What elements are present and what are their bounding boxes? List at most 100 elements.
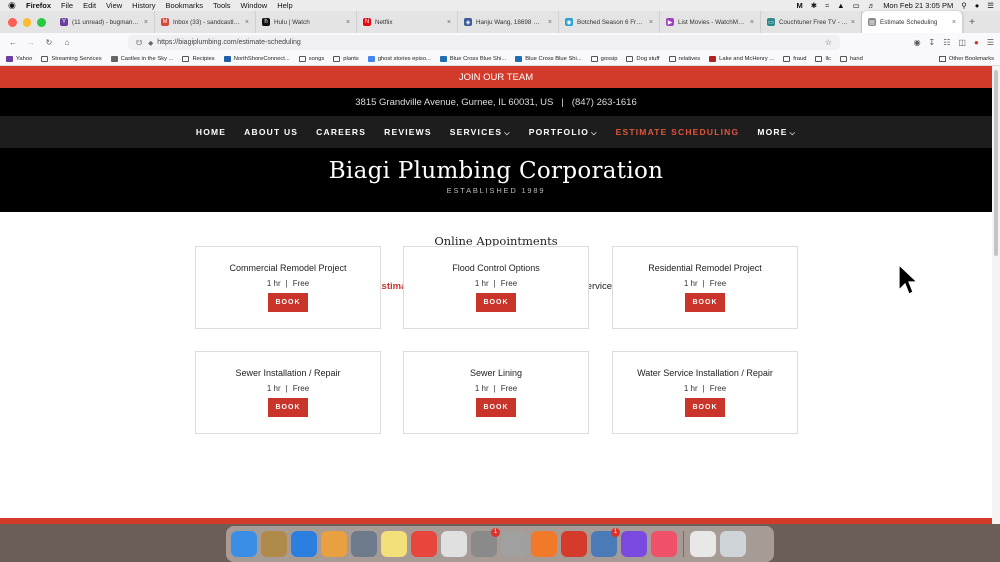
- notes-folder-icon[interactable]: [261, 531, 287, 557]
- menu-history[interactable]: History: [132, 1, 155, 10]
- new-tab-button[interactable]: +: [963, 17, 981, 28]
- bookmark-item[interactable]: Recipies: [182, 55, 215, 62]
- book-button[interactable]: BOOK: [268, 293, 308, 312]
- nav-item-portfolio[interactable]: PORTFOLIO ⌵: [529, 127, 598, 138]
- lock-icon[interactable]: ◆: [148, 39, 153, 47]
- nav-item-estimate-scheduling[interactable]: ESTIMATE SCHEDULING: [616, 127, 740, 137]
- page-scrollbar[interactable]: [992, 66, 1000, 524]
- menu-edit[interactable]: Edit: [83, 1, 96, 10]
- volume-icon[interactable]: ♬: [868, 1, 876, 10]
- address-bar[interactable]: ☋ ◆ https://biagiplumbing.com/estimate-s…: [128, 35, 840, 50]
- bookmark-item[interactable]: Castles in the Sky ...: [110, 55, 173, 62]
- other-bookmarks-folder[interactable]: Other Bookmarks: [938, 55, 994, 62]
- bookmark-item[interactable]: plants: [333, 55, 359, 62]
- music-icon[interactable]: [651, 531, 677, 557]
- nav-item-reviews[interactable]: REVIEWS: [384, 127, 432, 137]
- back-arrow-icon[interactable]: ←: [4, 38, 22, 47]
- book-button[interactable]: BOOK: [476, 398, 516, 417]
- user-avatar-icon[interactable]: ●: [975, 1, 980, 10]
- browser-tab[interactable]: ▶ List Movies - WatchMovie ×: [660, 11, 761, 33]
- browser-tab[interactable]: h Hulu | Watch ×: [256, 11, 357, 33]
- textedit-icon[interactable]: [441, 531, 467, 557]
- pocket-icon[interactable]: ◉: [914, 38, 921, 47]
- firefox-dev-icon[interactable]: [621, 531, 647, 557]
- tab-close-icon[interactable]: ×: [346, 19, 350, 26]
- company-name[interactable]: Biagi Plumbing Corporation: [0, 158, 992, 184]
- browser-tab[interactable]: ▭ Couchtuner Free TV - Watch×: [761, 11, 862, 33]
- close-window-icon[interactable]: [8, 17, 17, 27]
- tab-close-icon[interactable]: ×: [649, 19, 653, 26]
- finder-icon[interactable]: [231, 531, 257, 557]
- control-center-icon[interactable]: ☰: [987, 1, 994, 10]
- book-button[interactable]: BOOK: [685, 293, 725, 312]
- safari-icon[interactable]: [291, 531, 317, 557]
- library-icon[interactable]: ☷: [943, 38, 950, 47]
- tab-close-icon[interactable]: ×: [245, 19, 249, 26]
- book-button[interactable]: BOOK: [476, 293, 516, 312]
- join-our-team-link[interactable]: JOIN OUR TEAM: [459, 72, 533, 83]
- home-icon[interactable]: ⌂: [58, 38, 76, 47]
- menu-bookmarks[interactable]: Bookmarks: [166, 1, 204, 10]
- disk-utility-icon[interactable]: [501, 531, 527, 557]
- scrollbar-thumb[interactable]: [994, 70, 998, 256]
- browser-tab[interactable]: ◈ Hanju Wang, 18698 West Pa×: [458, 11, 559, 33]
- browser-tab[interactable]: ◉ Botched Season 6 Free Full×: [559, 11, 660, 33]
- forward-arrow-icon[interactable]: →: [22, 38, 40, 47]
- extension-icon[interactable]: ●: [974, 38, 979, 47]
- join-our-team-banner[interactable]: JOIN OUR TEAM: [0, 66, 992, 88]
- browser-tab[interactable]: N Netflix ×: [357, 11, 458, 33]
- browser-tab[interactable]: ▤ Estimate Scheduling ×: [862, 11, 963, 33]
- app-menu-icon[interactable]: ☰: [987, 38, 994, 47]
- bookmark-item[interactable]: ghost stories episo...: [367, 55, 431, 62]
- bookmark-item[interactable]: Streaming Services: [41, 55, 102, 62]
- downloads-icon[interactable]: ↧: [929, 38, 936, 47]
- airplay-icon[interactable]: ▲: [837, 1, 844, 10]
- minimize-window-icon[interactable]: [22, 17, 32, 27]
- firefox-icon[interactable]: [531, 531, 557, 557]
- nav-item-careers[interactable]: CAREERS: [316, 127, 366, 137]
- menu-file[interactable]: File: [61, 1, 73, 10]
- bookmark-item[interactable]: NorthShoreConnect...: [223, 55, 290, 62]
- nav-item-home[interactable]: HOME: [196, 127, 226, 137]
- browser-tab[interactable]: M Inbox (33) - sandcastle19@g×: [155, 11, 256, 33]
- nav-item-more[interactable]: MORE ⌵: [757, 127, 796, 138]
- tab-close-icon[interactable]: ×: [447, 19, 451, 26]
- sidebar-icon[interactable]: ◫: [958, 38, 966, 47]
- gmail-status-icon[interactable]: M: [796, 1, 802, 10]
- apple-menu-icon[interactable]: ◉: [8, 0, 16, 11]
- tracking-shield-icon[interactable]: ☋: [136, 39, 142, 47]
- bookmark-item[interactable]: Blue Cross Blue Shi...: [439, 55, 506, 62]
- bookmark-item[interactable]: fraud: [783, 55, 806, 62]
- trash-icon[interactable]: [720, 531, 746, 557]
- bookmark-star-icon[interactable]: ☆: [825, 38, 832, 47]
- tab-close-icon[interactable]: ×: [952, 19, 956, 26]
- wifi-icon[interactable]: ≈: [825, 1, 829, 10]
- url-text[interactable]: https://biagiplumbing.com/estimate-sched…: [157, 39, 301, 46]
- phone-link[interactable]: (847) 263-1616: [572, 97, 637, 108]
- nav-item-about-us[interactable]: ABOUT US: [244, 127, 298, 137]
- bookmark-item[interactable]: Dog stuff: [626, 55, 660, 62]
- menu-app-firefox[interactable]: Firefox: [26, 1, 51, 10]
- pdf-icon[interactable]: [561, 531, 587, 557]
- menu-view[interactable]: View: [106, 1, 122, 10]
- book-button[interactable]: BOOK: [685, 398, 725, 417]
- tab-close-icon[interactable]: ×: [144, 19, 148, 26]
- preview-icon[interactable]: 1: [591, 528, 620, 557]
- tab-close-icon[interactable]: ×: [851, 19, 855, 26]
- documents-stack-icon[interactable]: [690, 531, 716, 557]
- bookmark-item[interactable]: relatives: [668, 55, 700, 62]
- news-icon[interactable]: [411, 531, 437, 557]
- bookmark-item[interactable]: Yahoo: [6, 55, 32, 62]
- nav-item-services[interactable]: SERVICES ⌵: [450, 127, 511, 138]
- bookmark-item[interactable]: hand: [839, 55, 863, 62]
- menu-window[interactable]: Window: [241, 1, 268, 10]
- browser-tab[interactable]: Y (11 unread) - bugman12314@×: [54, 11, 155, 33]
- reload-icon[interactable]: ↻: [40, 38, 58, 47]
- menu-tools[interactable]: Tools: [213, 1, 231, 10]
- bookmark-item[interactable]: songs: [298, 55, 324, 62]
- menubar-clock[interactable]: Mon Feb 21 3:05 PM: [883, 1, 953, 10]
- bluetooth-icon[interactable]: ✱: [811, 1, 817, 10]
- tab-close-icon[interactable]: ×: [750, 19, 754, 26]
- stickies-icon[interactable]: [381, 531, 407, 557]
- photos-icon[interactable]: [321, 531, 347, 557]
